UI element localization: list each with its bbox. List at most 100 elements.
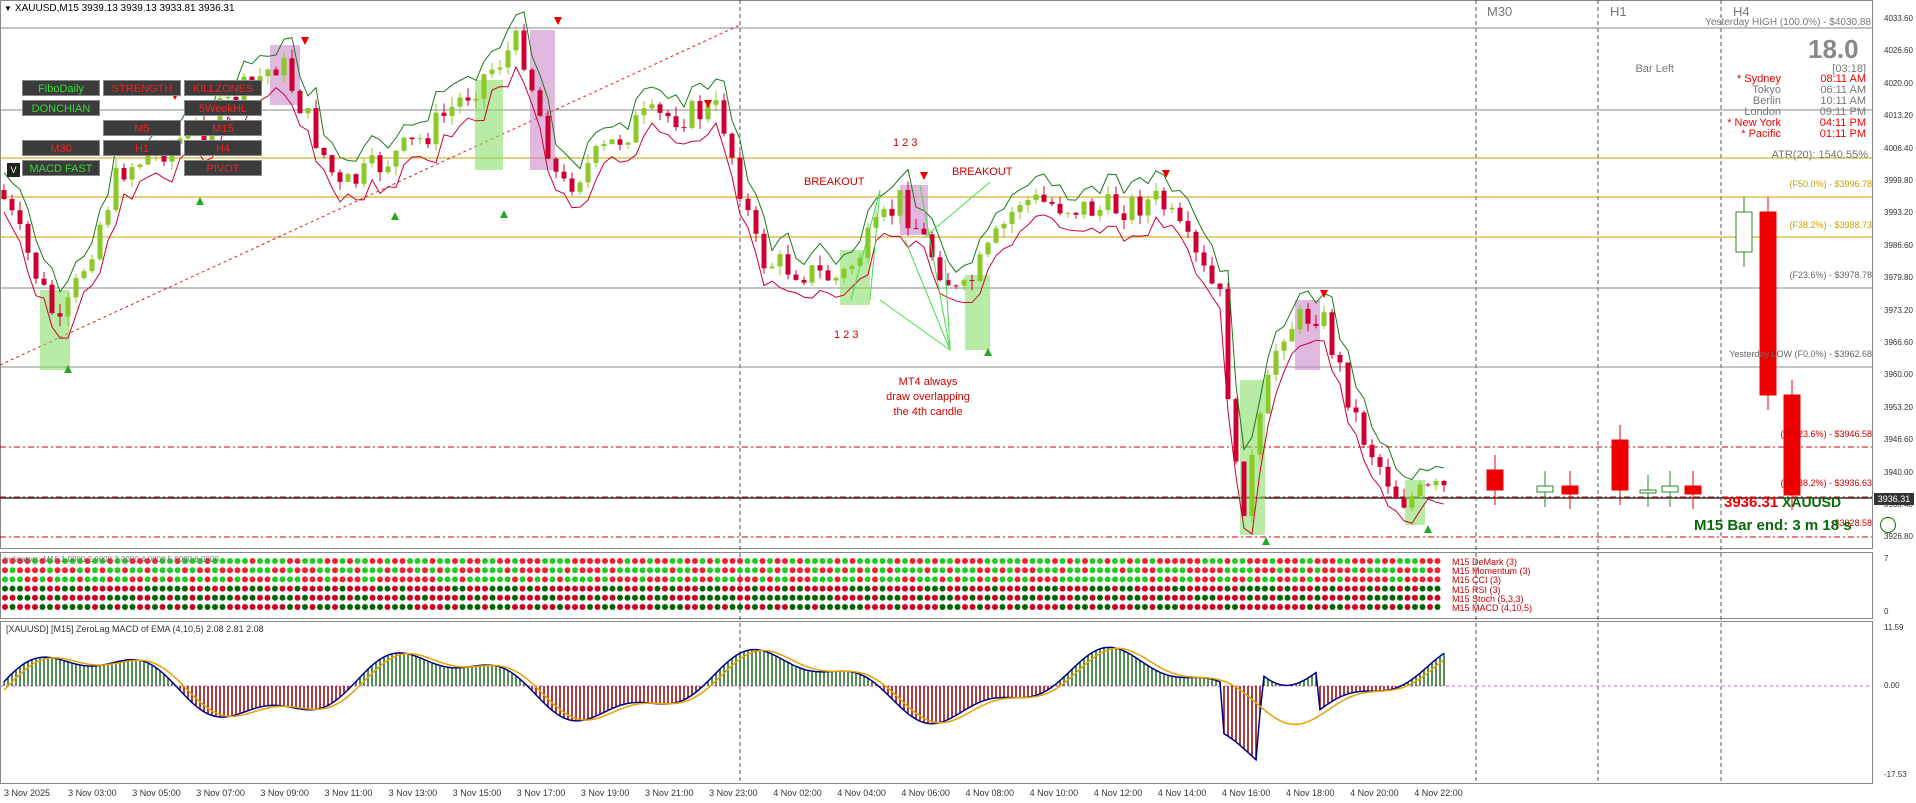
indicator-dot xyxy=(1337,576,1343,583)
indicator-dot xyxy=(699,594,706,601)
indicator-dot xyxy=(407,585,413,592)
panel-button-macd-fast[interactable]: MACD FAST xyxy=(22,160,100,176)
indicator-dot xyxy=(174,594,181,601)
indicator-dot xyxy=(287,558,293,564)
indicator-dot xyxy=(234,567,241,574)
indicator-dot xyxy=(909,604,916,610)
candle-body xyxy=(1161,190,1167,210)
indicator-dot xyxy=(122,576,128,583)
indicator-dot xyxy=(812,558,818,564)
indicator-dot xyxy=(114,585,121,592)
sell-arrow-icon xyxy=(1162,170,1170,178)
panel-button-m30[interactable]: M30 xyxy=(22,140,100,156)
indicator-dot xyxy=(557,604,563,610)
candle-body xyxy=(1105,194,1111,210)
panel-button-h1[interactable]: H1 xyxy=(103,140,181,156)
indicator-dot xyxy=(842,585,848,592)
indicator-dot xyxy=(137,594,143,601)
indicator-dot xyxy=(414,558,421,564)
indicator-dot xyxy=(1232,604,1238,610)
panel-button-fibodaily[interactable]: FiboDaily xyxy=(22,80,100,96)
indicator-dot xyxy=(1299,585,1306,592)
candle-body xyxy=(801,279,807,283)
indicator-dot xyxy=(144,594,151,601)
indicator-dot xyxy=(557,567,563,574)
indicator-dot xyxy=(437,567,443,574)
panel-toggle-button[interactable]: V xyxy=(7,163,20,177)
indicator-dot xyxy=(339,594,346,601)
indicator-dot xyxy=(354,604,361,610)
indicator-dot xyxy=(39,594,46,601)
indicator-dot xyxy=(414,585,421,592)
indicator-dot xyxy=(879,604,886,610)
panel-button-m15[interactable]: M15 xyxy=(184,120,262,136)
indicator-dot xyxy=(512,558,518,564)
indicator-dot xyxy=(459,585,466,592)
indicator-dot xyxy=(144,576,151,583)
indicator-dot xyxy=(677,567,683,574)
indicator-dot xyxy=(429,604,436,610)
panel-button-strength[interactable]: STRENGTH xyxy=(103,80,181,96)
macd-axis-top: 11.59 xyxy=(1884,623,1904,632)
indicator-dot xyxy=(1277,585,1283,592)
candle-body xyxy=(361,163,367,184)
indicator-dot xyxy=(1082,585,1088,592)
indicator-dot xyxy=(182,585,188,592)
indicator-dot xyxy=(99,594,106,601)
indicator-dot xyxy=(707,567,713,574)
indicator-dot xyxy=(767,604,773,610)
indicator-dot xyxy=(302,594,308,601)
indicator-dot xyxy=(1134,585,1141,592)
indicator-dot xyxy=(977,594,983,601)
panel-button-donchian[interactable]: DONCHIAN xyxy=(22,100,100,116)
indicator-dot xyxy=(1434,567,1441,574)
indicator-dot xyxy=(1007,567,1013,574)
indicator-dot xyxy=(1149,567,1156,574)
indicator-dot xyxy=(159,594,166,601)
candle-body xyxy=(305,108,311,114)
indicator-dot xyxy=(939,594,946,601)
candle-body xyxy=(1385,466,1391,487)
indicator-dot xyxy=(362,604,368,610)
indicator-dot xyxy=(1397,576,1403,583)
indicator-dot xyxy=(1157,558,1163,564)
indicator-dot xyxy=(99,604,106,610)
candle-body xyxy=(81,271,87,279)
candle-body xyxy=(961,280,967,286)
indicator-dot xyxy=(129,585,136,592)
indicator-dot xyxy=(347,594,353,601)
indicator-dot xyxy=(782,594,788,601)
panel-button-m5[interactable]: M5 xyxy=(103,120,181,136)
indicator-dot xyxy=(1089,585,1096,592)
annotation-count-bottom: 1 2 3 xyxy=(834,329,859,341)
indicator-dot xyxy=(684,558,691,564)
indicator-dot xyxy=(594,567,601,574)
candle-body xyxy=(1241,461,1247,516)
panel-button-killzones[interactable]: KILLZONES xyxy=(184,80,262,96)
indicator-dot xyxy=(587,558,593,564)
indicator-dot xyxy=(1389,594,1396,601)
indicator-dot xyxy=(924,576,931,583)
indicator-dot xyxy=(294,585,301,592)
candle-body xyxy=(657,104,663,113)
indicator-dot xyxy=(272,567,278,574)
candle-body xyxy=(1201,252,1207,266)
panel-button-5weekhl[interactable]: 5WeekHL xyxy=(184,100,262,116)
indicator-dot xyxy=(519,567,526,574)
candle-body xyxy=(809,265,815,283)
indicator-dot xyxy=(804,594,811,601)
indicator-dot xyxy=(849,576,856,583)
panel-button-h4[interactable]: H4 xyxy=(184,140,262,156)
indicator-dot xyxy=(692,604,698,610)
indicator-dot xyxy=(1134,576,1141,583)
indicator-dot xyxy=(1157,594,1163,601)
indicator-dot xyxy=(1232,576,1238,583)
menu-triangle-icon[interactable]: ▼ xyxy=(4,4,12,13)
indicator-dot xyxy=(1007,576,1013,583)
indicator-dot xyxy=(1277,558,1283,564)
indicator-dot xyxy=(497,604,503,610)
panel-button-pivot[interactable]: PIVOT xyxy=(184,160,262,176)
indicator-dot xyxy=(1419,558,1426,564)
indicator-dot xyxy=(1097,604,1103,610)
indicator-dot xyxy=(429,576,436,583)
